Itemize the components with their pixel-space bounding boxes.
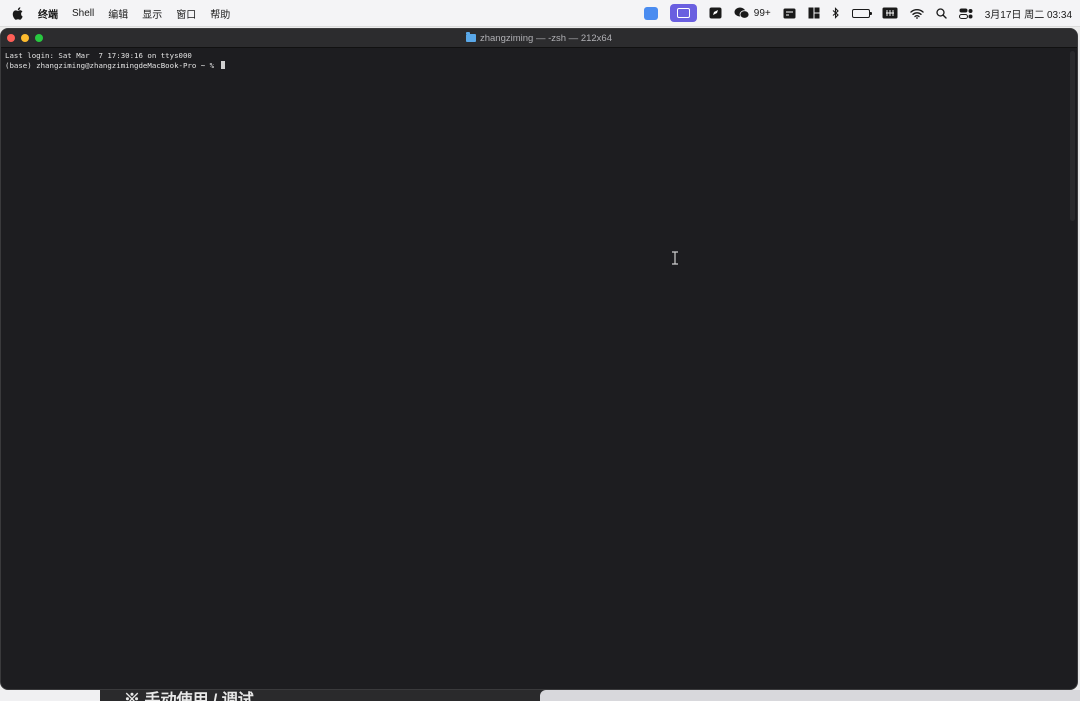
input-method-icon[interactable] (882, 7, 898, 19)
window-title-text: zhangziming — -zsh — 212x64 (479, 32, 612, 44)
apple-logo-icon[interactable] (12, 6, 24, 20)
layout-icon[interactable] (808, 7, 820, 19)
pen-icon[interactable] (709, 7, 722, 19)
menu-app-name[interactable]: 终端 (38, 6, 58, 21)
background-app-left-panel (0, 690, 100, 701)
bluetooth-icon[interactable] (832, 7, 840, 19)
terminal-titlebar[interactable]: zhangziming — -zsh — 212x64 (1, 29, 1077, 48)
terminal-window[interactable]: zhangziming — -zsh — 212x64 Last login: … (0, 28, 1078, 690)
wifi-icon[interactable] (910, 8, 924, 19)
terminal-cursor (220, 61, 225, 69)
menu-item-window[interactable]: 窗口 (176, 6, 196, 21)
control-center-icon[interactable] (958, 8, 973, 19)
wechat-badge: 99+ (753, 7, 771, 19)
menu-bar: 终端 Shell 编辑 显示 窗口 帮助 99+ 3月17日 周二 03:34 (0, 0, 1080, 27)
terminal-prompt: (base) zhangziming@zhangzimingdeMacBook-… (5, 61, 219, 70)
background-window-edge (540, 690, 1080, 701)
menu-bar-status-area: 99+ 3月17日 周二 03:34 (632, 0, 1072, 27)
ibeam-cursor-icon (672, 251, 678, 265)
wechat-icon[interactable]: 99+ (734, 7, 771, 19)
blue-app-icon[interactable] (643, 6, 658, 20)
window-title: zhangziming — -zsh — 212x64 (1, 29, 1077, 47)
terminal-prompt-line: (base) zhangziming@zhangzimingdeMacBook-… (5, 61, 1073, 71)
terminal-content[interactable]: Last login: Sat Mar 7 17:30:16 on ttys00… (1, 48, 1077, 74)
menu-item-help[interactable]: 帮助 (210, 6, 230, 21)
menu-item-shell[interactable]: Shell (72, 8, 94, 19)
terminal-scrollbar[interactable] (1070, 51, 1075, 221)
menu-bar-clock[interactable]: 3月17日 周二 03:34 (985, 6, 1072, 21)
display-icon[interactable] (783, 8, 796, 19)
menu-item-view[interactable]: 显示 (142, 6, 162, 21)
folder-icon (465, 32, 476, 42)
screen-highlight-icon[interactable] (669, 4, 697, 22)
menu-bar-left: 终端 Shell 编辑 显示 窗口 帮助 (12, 0, 244, 27)
terminal-line-last-login: Last login: Sat Mar 7 17:30:16 on ttys00… (5, 51, 192, 60)
menu-item-edit[interactable]: 编辑 (108, 6, 128, 21)
battery-icon[interactable] (851, 8, 872, 18)
search-icon[interactable] (936, 7, 947, 19)
